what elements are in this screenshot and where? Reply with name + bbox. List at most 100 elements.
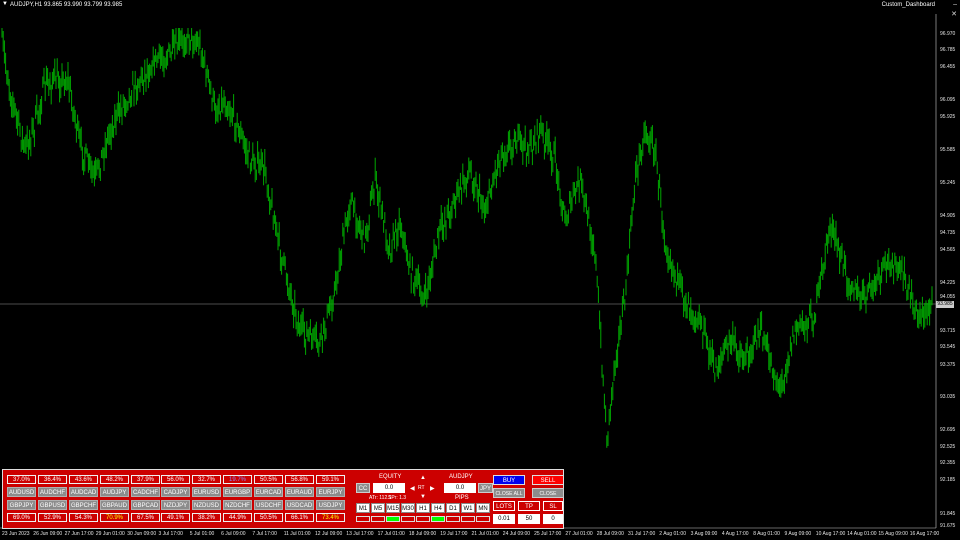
pair-button[interactable]: CADJPY (161, 487, 190, 497)
pair-button[interactable]: USDJPY (316, 500, 345, 510)
strength-percent: 66.1% (285, 513, 314, 522)
time-tick-label: 4 Aug 17:00 (721, 531, 749, 537)
strength-percent: 49.1% (161, 513, 190, 522)
timeframe-led (416, 516, 430, 522)
strength-percent: 19.7% (223, 475, 252, 484)
strength-percent: 37.0% (7, 475, 36, 484)
strength-percent: 73.4% (316, 513, 345, 522)
timeframe-led (476, 516, 490, 522)
price-tick-label: 94.735 (940, 230, 956, 236)
time-tick-label: 27 Jul 01:00 (565, 531, 593, 537)
pair-button[interactable]: USDCHF (254, 500, 283, 510)
pair-button[interactable]: GBPJPY (7, 500, 36, 510)
strength-percent: 48.2% (100, 475, 129, 484)
left-arrow-icon[interactable]: ◀ (410, 485, 415, 492)
time-tick-label: 11 Jul 01:00 (283, 531, 311, 537)
timeframe-button-h4[interactable]: H4 (431, 503, 445, 513)
price-tick-label: 92.355 (940, 460, 956, 466)
strength-percent: 37.9% (131, 475, 160, 484)
tp-label: TP (518, 501, 540, 511)
price-chart[interactable] (0, 0, 960, 540)
timeframe-button-h1[interactable]: H1 (416, 503, 430, 513)
pair-button[interactable]: EURJPY (316, 487, 345, 497)
time-tick-label: 30 Jun 09:00 (127, 531, 157, 537)
timeframe-button-m15[interactable]: M15 (386, 503, 400, 513)
time-tick-label: 25 Jul 17:00 (534, 531, 562, 537)
time-tick-label: 10 Aug 17:00 (815, 531, 846, 537)
strength-percent: 44.9% (223, 513, 252, 522)
symbol-label: AUDJPY (449, 474, 473, 480)
timeframe-led (446, 516, 460, 522)
spr-label: SPr: 1.3 (388, 495, 407, 501)
pair-button[interactable]: AUDCHF (38, 487, 67, 497)
sl-input[interactable]: 0 (543, 514, 563, 524)
close-all-button[interactable]: CLOSE ALL (493, 488, 525, 498)
pair-button[interactable]: EURCAD (254, 487, 283, 497)
price-tick-label: 93.035 (940, 394, 956, 400)
pair-button[interactable]: EURAUD (285, 487, 314, 497)
timeframe-led (461, 516, 475, 522)
pair-button[interactable]: GBPUSD (38, 500, 67, 510)
sl-label: SL (543, 501, 563, 511)
pair-button[interactable]: AUDUSD (7, 487, 36, 497)
lots-input[interactable]: 0.01 (493, 514, 515, 524)
pair-button[interactable]: EURUSD (192, 487, 221, 497)
pair-button[interactable]: EURGBP (223, 487, 252, 497)
price-tick-label: 94.905 (940, 213, 956, 219)
lots-label: LOTS (493, 501, 515, 511)
strength-percent: 59.1% (316, 475, 345, 484)
pair-button[interactable]: GBPCHF (69, 500, 98, 510)
strength-percent: 70.9% (100, 513, 129, 522)
pair-button[interactable]: GBPCAD (131, 500, 160, 510)
time-tick-label: 23 Jun 2023 (2, 531, 30, 537)
pair-button[interactable]: CADCHF (131, 487, 160, 497)
price-tick-label: 91.845 (940, 511, 956, 517)
timeframe-button-m5[interactable]: M5 (371, 503, 385, 513)
time-tick-label: 18 Jul 09:00 (408, 531, 437, 537)
rt-label: RT (418, 485, 425, 491)
timeframe-button-m1[interactable]: M1 (356, 503, 370, 513)
minimize-icon[interactable]: – (951, 0, 957, 10)
pair-button[interactable]: NZDUSD (192, 500, 221, 510)
price-tick-label: 95.925 (940, 114, 956, 120)
pair-button[interactable]: NZDCHF (223, 500, 252, 510)
price-tick-label: 92.525 (940, 444, 956, 450)
timeframe-button-mn[interactable]: MN (476, 503, 490, 513)
timeframe-led (431, 516, 445, 522)
pair-button[interactable]: USDCAD (285, 500, 314, 510)
window-controls[interactable]: – ✕ (951, 0, 957, 20)
down-arrow-icon[interactable]: ▼ (420, 494, 426, 500)
strength-percent: 50.5% (254, 513, 283, 522)
pair-button[interactable]: AUDCAD (69, 487, 98, 497)
tp-input[interactable]: 50 (518, 514, 540, 524)
close-icon[interactable]: ✕ (951, 10, 957, 20)
price-tick-label: 91.675 (940, 523, 956, 529)
buy-button[interactable]: BUY (493, 475, 525, 485)
time-tick-label: 6 Jul 09:00 (221, 531, 246, 537)
symbol-menu-icon[interactable]: ▼ (2, 1, 8, 7)
pair-button[interactable]: NZDJPY (161, 500, 190, 510)
equity-value: 0.0 (373, 483, 405, 493)
pair-button[interactable]: AUDJPY (100, 487, 129, 497)
timeframe-button-d1[interactable]: D1 (446, 503, 460, 513)
time-tick-label: 12 Jul 09:00 (315, 531, 343, 537)
timeframe-led (356, 516, 370, 522)
pips-label: PIPS (455, 495, 469, 501)
timeframe-button-w1[interactable]: W1 (461, 503, 475, 513)
strength-percent: 52.9% (38, 513, 67, 522)
time-tick-label: 31 Jul 17:00 (628, 531, 656, 537)
price-tick-label: 96.095 (940, 97, 956, 103)
time-tick-label: 9 Aug 09:00 (784, 531, 812, 537)
indicator-name: Custom_Dashboard (881, 2, 935, 8)
strength-percent: 50.5% (254, 475, 283, 484)
right-arrow-icon[interactable]: ▶ (430, 485, 435, 492)
sell-button[interactable]: SELL (532, 475, 564, 485)
pair-button[interactable]: GBPAUD (100, 500, 129, 510)
pips-value: 0.0 (444, 483, 476, 493)
timeframe-button-m30[interactable]: M30 (401, 503, 415, 513)
currency-button[interactable]: JPY (478, 483, 493, 493)
up-arrow-icon[interactable]: ▲ (420, 475, 426, 481)
cc-button[interactable]: CC (356, 483, 370, 493)
close-button[interactable]: CLOSE (532, 488, 564, 498)
strength-percent: 69.0% (7, 513, 36, 522)
